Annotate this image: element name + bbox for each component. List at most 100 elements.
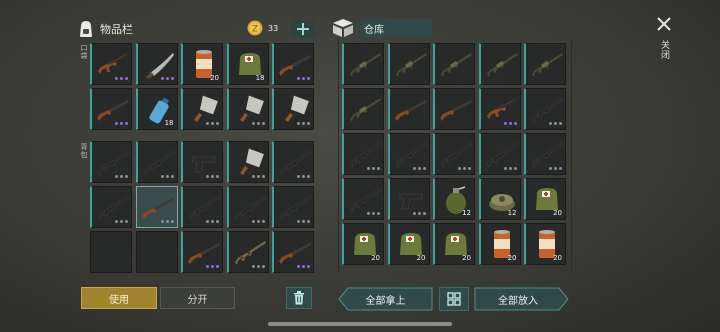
rarity-dots [367,212,380,215]
inventory-slot[interactable] [226,141,269,183]
add-coins-button[interactable] [291,20,315,38]
warehouse-slot[interactable]: 20 [524,223,566,265]
sort-button[interactable] [439,287,469,311]
rarity-dots [251,175,265,178]
item-quantity: 18 [255,74,265,82]
warehouse-slot[interactable]: 12 [433,178,475,220]
inventory-slot[interactable]: 18 [226,43,269,85]
inventory-slot[interactable] [135,231,178,273]
warehouse-slot[interactable] [342,178,384,220]
inventory-slot[interactable] [272,43,314,85]
green-rifle-icon [532,53,563,77]
split-button-label: 分开 [187,294,208,306]
inventory-slot[interactable] [181,88,223,130]
put-all-label: 全部放入 [498,296,538,307]
close-button[interactable]: 关闭 [652,14,676,74]
rarity-dots [115,175,128,178]
warehouse-slot[interactable] [387,178,430,220]
inventory-slot[interactable]: 20 [181,43,223,85]
warehouse-slot[interactable] [387,133,430,175]
warehouse-slot[interactable]: 20 [387,223,430,265]
warehouse-slot[interactable]: 20 [524,178,566,220]
item-quantity: 18 [164,119,174,127]
inventory-slot[interactable] [226,88,269,130]
take-all-button[interactable]: 全部拿上 [338,287,433,311]
inventory-slot[interactable] [135,186,178,228]
item-quantity: 12 [507,209,517,217]
backpack-label: 背包 [80,143,88,159]
inventory-slot[interactable] [90,88,132,130]
shotgun-icon [440,100,472,121]
warehouse-slot[interactable] [478,88,521,130]
inventory-slot[interactable] [90,186,132,228]
warehouse-slot[interactable]: 20 [342,223,384,265]
rarity-dots [367,167,380,170]
use-button-label: 使用 [109,294,129,306]
warehouse-slot[interactable] [433,43,475,85]
quick-slots-label: 口袋 [80,44,88,60]
green-rifle-icon [441,53,472,77]
rarity-dots [412,212,426,215]
inventory-slot[interactable] [272,231,314,273]
warehouse-slot[interactable] [387,43,430,85]
shotgun-icon [394,100,427,121]
rarity-dots [206,265,219,268]
inventory-slot[interactable] [135,141,178,183]
rarity-dots [160,77,174,80]
item-quantity: 12 [462,209,471,217]
warehouse-header: 仓库 [332,18,432,38]
item-quantity: 20 [371,254,380,262]
rarity-dots [160,220,174,223]
warehouse-slot[interactable] [342,88,384,130]
rarity-dots [115,220,128,223]
rarity-dots [115,77,128,80]
inventory-slot[interactable] [90,141,132,183]
rarity-dots [503,122,517,125]
warehouse-slot[interactable]: 20 [433,223,475,265]
item-quantity: 20 [553,254,562,262]
rarity-dots [412,167,426,170]
split-button[interactable]: 分开 [160,287,235,309]
rarity-dots [549,167,562,170]
warehouse-slot[interactable] [387,88,430,130]
green-rifle-icon [350,98,381,122]
coin-display: Z 33 [247,20,278,36]
warehouse-slot[interactable]: 12 [478,178,521,220]
inventory-slot[interactable]: 18 [135,88,178,130]
inventory-slot[interactable] [226,186,269,228]
inventory-slot[interactable] [90,231,132,273]
warehouse-slot[interactable] [524,133,566,175]
inventory-slot[interactable] [90,43,132,85]
inventory-slot[interactable] [181,231,223,273]
trash-icon [294,291,304,305]
warehouse-slot[interactable] [524,88,566,130]
rarity-dots [251,122,265,125]
use-button[interactable]: 使用 [81,287,157,309]
grid-sort-icon [447,292,461,306]
trash-button[interactable] [286,287,312,309]
rarity-dots [297,265,310,268]
item-quantity: 20 [507,254,517,262]
warehouse-slot[interactable] [478,43,521,85]
warehouse-slot[interactable] [524,43,566,85]
warehouse-slot[interactable] [342,43,384,85]
rarity-dots [251,265,265,268]
inventory-slot[interactable] [272,88,314,130]
inventory-slot[interactable] [181,141,223,183]
warehouse-slot[interactable]: 20 [478,223,521,265]
svg-text:Z: Z [252,25,258,35]
inventory-slot[interactable] [181,186,223,228]
inventory-slot[interactable] [135,43,178,85]
put-all-button[interactable]: 全部放入 [474,287,569,311]
inventory-slot[interactable] [272,186,314,228]
green-rifle-icon [350,53,381,77]
warehouse-slot[interactable] [433,88,475,130]
inventory-title: 物品栏 [100,23,133,36]
item-quantity: 20 [462,254,471,262]
warehouse-slot[interactable] [433,133,475,175]
warehouse-slot[interactable] [342,133,384,175]
warehouse-slot[interactable] [478,133,521,175]
coin-count: 33 [268,23,279,33]
inventory-slot[interactable] [272,141,314,183]
inventory-slot[interactable] [226,231,269,273]
